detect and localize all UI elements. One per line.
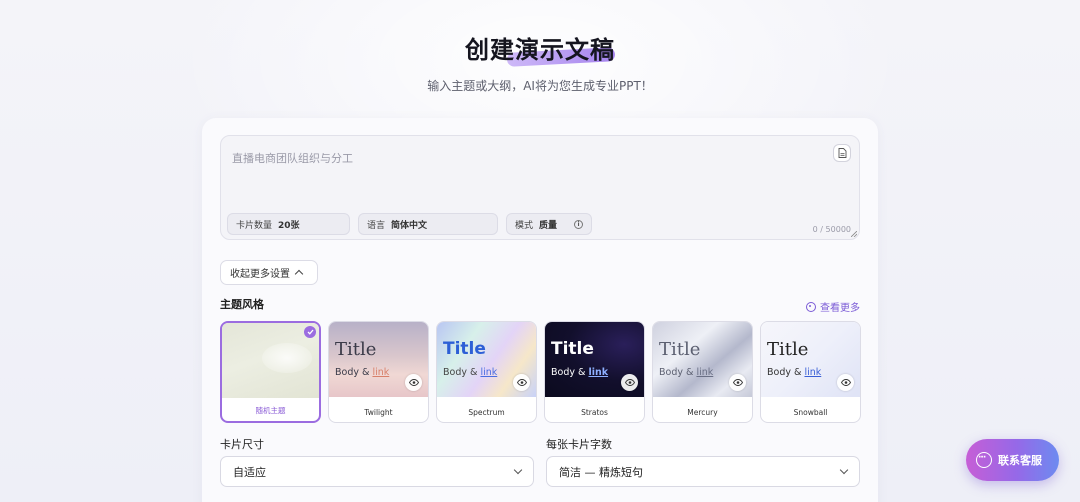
- thumb-body: Body & link: [767, 367, 821, 378]
- palette-icon: [806, 301, 816, 312]
- theme-name: Mercury: [687, 408, 718, 417]
- thumb-body-text: Body &: [659, 367, 694, 378]
- preview-eye-icon[interactable]: [621, 374, 638, 391]
- theme-card-mercury[interactable]: Title Body & link Mercury: [652, 321, 753, 423]
- theme-card-snowball[interactable]: Title Body & link Snowball: [760, 321, 861, 423]
- theme-grid: 随机主题 Title Body & link Twilight Title Bo…: [220, 321, 862, 423]
- collapse-settings-label: 收起更多设置: [230, 269, 290, 280]
- page-title: 创建演示文稿: [465, 36, 615, 64]
- words-per-card-select[interactable]: 简洁 — 精炼短句: [546, 456, 860, 487]
- prompt-input[interactable]: 直播电商团队组织与分工 卡片数量 20张 语言 简体中文 模式 质量 i 0 /…: [220, 135, 860, 240]
- page-subtitle: 输入主题或大纲，AI将为您生成专业PPT！: [427, 79, 653, 93]
- chevron-down-icon: [513, 465, 523, 475]
- theme-thumbnail: Title Body & link: [545, 322, 644, 397]
- chevron-up-icon: [294, 269, 304, 279]
- document-icon: [838, 148, 846, 158]
- preview-eye-icon[interactable]: [837, 374, 854, 391]
- thumb-body-text: Body &: [335, 367, 370, 378]
- thumb-body-text: Body &: [551, 367, 586, 378]
- main-panel: 直播电商团队组织与分工 卡片数量 20张 语言 简体中文 模式 质量 i 0 /…: [202, 118, 878, 502]
- thumb-body: Body & link: [335, 367, 389, 378]
- chat-icon: [976, 451, 992, 468]
- theme-name: Twilight: [364, 408, 393, 417]
- thumb-body-text: Body &: [767, 367, 802, 378]
- theme-thumbnail: Title Body & link: [761, 322, 860, 397]
- theme-card-spectrum[interactable]: Title Body & link Spectrum: [436, 321, 537, 423]
- theme-thumbnail: Title Body & link: [437, 322, 536, 397]
- thumb-link: link: [588, 367, 609, 378]
- thumb-body: Body & link: [551, 367, 608, 378]
- chevron-down-icon: [839, 465, 849, 475]
- theme-card-twilight[interactable]: Title Body & link Twilight: [328, 321, 429, 423]
- theme-name: Spectrum: [468, 408, 505, 417]
- preview-eye-icon[interactable]: [729, 374, 746, 391]
- thumb-body: Body & link: [443, 367, 497, 378]
- theme-thumbnail: Title Body & link: [653, 322, 752, 397]
- mode-value: 质量: [539, 220, 558, 231]
- hero: 创建演示文稿 输入主题或大纲，AI将为您生成专业PPT！: [0, 30, 1080, 94]
- card-count-selector[interactable]: 卡片数量 20张: [227, 213, 350, 235]
- theme-card-random[interactable]: 随机主题: [220, 321, 321, 423]
- theme-name: 随机主题: [255, 406, 286, 415]
- language-label: 语言: [367, 220, 386, 231]
- info-icon[interactable]: i: [574, 220, 583, 229]
- thumb-link: link: [372, 367, 390, 378]
- card-size-value: 自适应: [233, 465, 266, 479]
- mode-selector[interactable]: 模式 质量 i: [506, 213, 592, 235]
- theme-card-stratos[interactable]: Title Body & link Stratos: [544, 321, 645, 423]
- card-size-label: 卡片尺寸: [220, 438, 264, 451]
- thumb-title: Title: [335, 339, 377, 360]
- upload-file-button[interactable]: [833, 144, 851, 162]
- char-counter: 0 / 50000: [812, 225, 851, 234]
- collapse-settings-button[interactable]: 收起更多设置: [220, 260, 318, 285]
- words-per-card-label: 每张卡片字数: [546, 438, 612, 451]
- theme-name: Snowball: [793, 408, 828, 417]
- card-count-label: 卡片数量: [236, 220, 273, 231]
- thumb-body-text: Body &: [443, 367, 478, 378]
- card-count-value: 20张: [278, 220, 300, 231]
- thumb-body: Body & link: [659, 367, 713, 378]
- contact-support-button[interactable]: 联系客服: [966, 439, 1059, 481]
- language-selector[interactable]: 语言 简体中文: [358, 213, 498, 235]
- thumb-link: link: [696, 367, 714, 378]
- title-wrap: 创建演示文稿: [465, 30, 616, 67]
- contact-support-label: 联系客服: [998, 454, 1042, 467]
- see-more-label: 查看更多: [820, 303, 860, 314]
- thumb-link: link: [804, 367, 822, 378]
- thumb-title: Title: [551, 339, 594, 359]
- thumb-title: Title: [443, 339, 486, 359]
- check-icon: [304, 326, 316, 338]
- thumb-title: Title: [767, 339, 809, 360]
- resize-grip-icon[interactable]: [851, 231, 857, 237]
- card-size-select[interactable]: 自适应: [220, 456, 534, 487]
- prompt-text: 直播电商团队组织与分工: [232, 152, 353, 165]
- language-value: 简体中文: [391, 220, 428, 231]
- theme-name: Stratos: [581, 408, 608, 417]
- preview-eye-icon[interactable]: [405, 374, 422, 391]
- thumb-title: Title: [659, 339, 701, 360]
- theme-section-title: 主题风格: [220, 298, 264, 311]
- thumb-highlight: [262, 343, 312, 373]
- preview-eye-icon[interactable]: [513, 374, 530, 391]
- mode-label: 模式: [515, 220, 534, 231]
- see-more-link[interactable]: 查看更多: [806, 299, 860, 314]
- words-per-card-value: 简洁 — 精炼短句: [559, 465, 643, 479]
- thumb-link: link: [480, 367, 498, 378]
- theme-thumbnail: Title Body & link: [329, 322, 428, 397]
